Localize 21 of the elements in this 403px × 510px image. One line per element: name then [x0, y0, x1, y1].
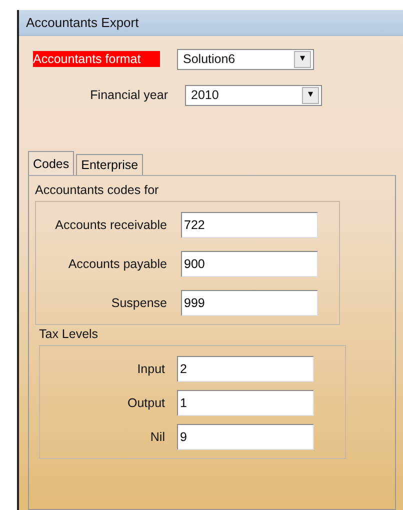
input-field[interactable]: 999 [181, 290, 318, 316]
field-label: Output [126, 396, 165, 410]
input-field[interactable]: 9 [177, 424, 314, 450]
input-field[interactable]: 722 [181, 212, 318, 238]
field-label: Suspense [110, 296, 167, 310]
input-field[interactable]: 900 [181, 251, 318, 277]
field-label: Accounts payable [67, 257, 167, 271]
dropdown[interactable]: Solution6 ▾ [177, 48, 314, 70]
group-title: Accountants codes for [35, 182, 160, 198]
dropdown[interactable]: 2010 ▾ [185, 84, 322, 106]
window-title: Accountants Export [19, 10, 403, 36]
field-label: Input [136, 362, 165, 376]
tab[interactable]: Codes [28, 151, 74, 175]
field-label: Accounts receivable [54, 218, 167, 232]
field-label: Financial year [89, 88, 168, 102]
tab[interactable]: Enterprise [76, 154, 144, 175]
group-title: Tax Levels [39, 326, 100, 342]
field-label: Nil [149, 430, 165, 444]
input-field[interactable]: 1 [177, 390, 314, 416]
input-field[interactable]: 2 [177, 356, 314, 382]
field-label: Accountants format [33, 51, 160, 67]
